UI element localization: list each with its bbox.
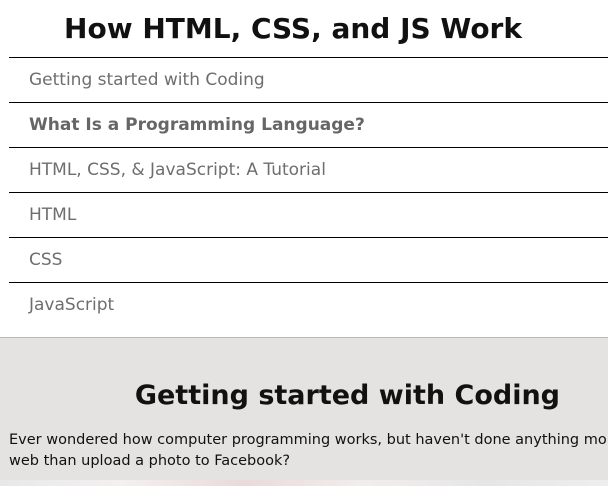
- nav-item-javascript[interactable]: JavaScript: [9, 283, 608, 337]
- site-title: How HTML, CSS, and JS Work: [64, 12, 522, 45]
- section-title: Getting started with Coding: [134, 380, 560, 411]
- section-intro-text: Ever wondered how computer programming w…: [9, 432, 608, 469]
- nav-item-label[interactable]: What Is a Programming Language?: [29, 115, 365, 135]
- nav-item-label[interactable]: Getting started with Coding: [29, 70, 265, 90]
- nav-item-label[interactable]: JavaScript: [29, 283, 114, 327]
- nav-item-programming-language[interactable]: What Is a Programming Language?: [9, 103, 608, 148]
- page: How HTML, CSS, and JS Work Getting start…: [0, 0, 608, 486]
- main-content-section: Getting started with Coding Ever wondere…: [0, 337, 608, 486]
- nav-item-css[interactable]: CSS: [9, 238, 608, 283]
- nav-item-html[interactable]: HTML: [9, 193, 608, 238]
- nav-item-label[interactable]: CSS: [29, 250, 62, 270]
- table-of-contents-nav: Getting started with Coding What Is a Pr…: [9, 57, 608, 337]
- nav-item-tutorial[interactable]: HTML, CSS, & JavaScript: A Tutorial: [9, 148, 608, 193]
- nav-item-label[interactable]: HTML, CSS, & JavaScript: A Tutorial: [29, 160, 326, 180]
- site-header: How HTML, CSS, and JS Work: [0, 0, 608, 57]
- nav-item-getting-started[interactable]: Getting started with Coding: [9, 58, 608, 103]
- nav-item-label[interactable]: HTML: [29, 205, 76, 225]
- hero-image: [0, 480, 608, 486]
